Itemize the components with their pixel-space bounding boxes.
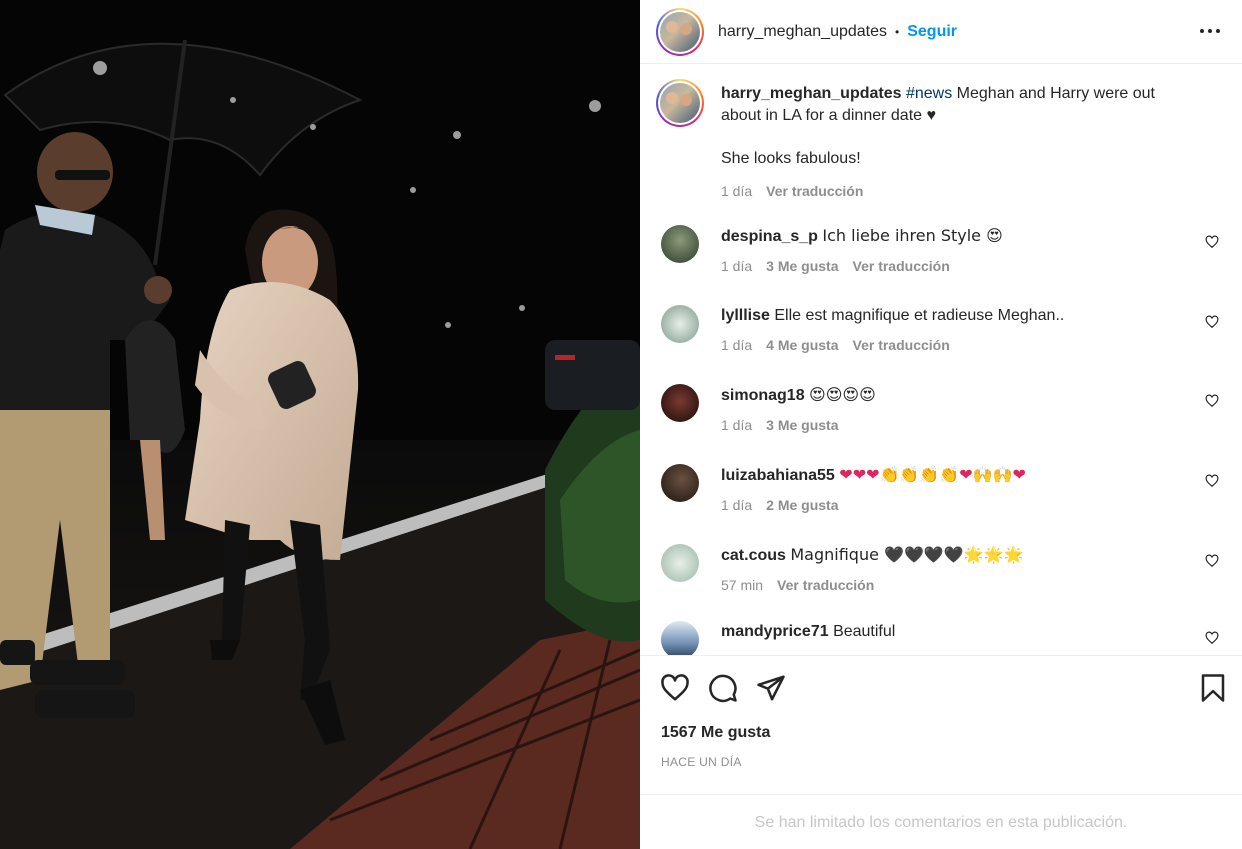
comment-like-heart-icon[interactable]	[1205, 554, 1219, 568]
follow-button[interactable]: Seguir	[907, 23, 957, 41]
commenter-avatar[interactable]	[661, 464, 699, 502]
commenter-username[interactable]: despina_s_p	[721, 228, 818, 245]
likes-count[interactable]: 1567 Me gusta	[661, 724, 770, 742]
separator-dot: •	[895, 24, 900, 39]
caption-hashtag[interactable]: #news	[906, 85, 952, 102]
comment-likes[interactable]: 3 Me gusta	[766, 255, 838, 277]
comment-time[interactable]: 57 min	[721, 574, 763, 596]
comment-time[interactable]: 1 día	[721, 334, 752, 356]
commenter-username[interactable]: lylllise	[721, 307, 770, 324]
comment-item: mandyprice71 Beautiful	[661, 621, 1231, 655]
comment-text: Beautiful	[833, 623, 896, 640]
comment-text: Ich liebe ihren Style 😍	[822, 226, 1003, 245]
comment-likes[interactable]: 2 Me gusta	[766, 494, 838, 516]
comment-icon[interactable]	[708, 673, 738, 703]
caption-author-username[interactable]: harry_meghan_updates	[721, 85, 902, 102]
more-options-icon[interactable]	[1198, 19, 1222, 43]
comment-likes[interactable]: 3 Me gusta	[766, 414, 838, 436]
comment-like-heart-icon[interactable]	[1205, 394, 1219, 408]
comment-translate-button[interactable]: Ver traducción	[777, 574, 874, 596]
comment-item: cat.cous Magnifique 🖤🖤🖤🖤🌟🌟🌟 57 min Ver t…	[661, 544, 1231, 604]
comments-limited-notice: Se han limitado los comentarios en esta …	[754, 813, 1128, 831]
photo-illustration	[0, 0, 640, 849]
post-panel: harry_meghan_updates • Seguir harry_megh…	[640, 0, 1242, 849]
post-header: harry_meghan_updates • Seguir	[640, 0, 1242, 64]
comment-time[interactable]: 1 día	[721, 494, 752, 516]
caption-translate-button[interactable]: Ver traducción	[766, 180, 863, 202]
comment-item: lylllise Elle est magnifique et radieuse…	[661, 305, 1231, 365]
post-actions: 1567 Me gusta HACE UN DÍA	[640, 655, 1242, 795]
caption-author-avatar[interactable]	[656, 79, 704, 127]
comment-likes[interactable]: 4 Me gusta	[766, 334, 838, 356]
comment-translate-button[interactable]: Ver traducción	[853, 255, 950, 277]
author-username[interactable]: harry_meghan_updates	[718, 23, 887, 41]
author-avatar[interactable]	[656, 7, 704, 56]
comment-like-heart-icon[interactable]	[1205, 474, 1219, 488]
comment-text: ❤❤❤👏👏👏👏❤🙌🙌❤	[839, 465, 1026, 484]
comment-text: Magnifique 🖤🖤🖤🖤🌟🌟🌟	[790, 545, 1024, 564]
comment-like-heart-icon[interactable]	[1205, 315, 1219, 329]
comments-section[interactable]: harry_meghan_updates #news Meghan and Ha…	[640, 65, 1242, 655]
comment-item: simonag18 😍😍😍😍 1 día 3 Me gusta	[661, 384, 1231, 444]
commenter-avatar[interactable]	[661, 225, 699, 263]
commenter-username[interactable]: mandyprice71	[721, 623, 829, 640]
comment-item: despina_s_p Ich liebe ihren Style 😍 1 dí…	[661, 225, 1231, 285]
comment-time[interactable]: 1 día	[721, 414, 752, 436]
commenter-username[interactable]: luizabahiana55	[721, 467, 835, 484]
comment-item: luizabahiana55 ❤❤❤👏👏👏👏❤🙌🙌❤ 1 día 2 Me gu…	[661, 464, 1231, 524]
commenter-avatar[interactable]	[661, 384, 699, 422]
post-timestamp[interactable]: HACE UN DÍA	[661, 755, 742, 769]
bookmark-icon[interactable]	[1198, 673, 1228, 703]
commenter-username[interactable]: cat.cous	[721, 547, 786, 564]
commenter-avatar[interactable]	[661, 305, 699, 343]
commenter-username[interactable]: simonag18	[721, 387, 805, 404]
post-photo	[0, 0, 640, 849]
caption-second-line: She looks fabulous!	[721, 150, 861, 167]
heart-icon[interactable]	[660, 673, 690, 703]
comment-time[interactable]: 1 día	[721, 255, 752, 277]
comment-text: 😍😍😍😍	[809, 385, 876, 404]
comment-text: Elle est magnifique et radieuse Meghan..	[774, 307, 1065, 324]
commenter-avatar[interactable]	[661, 544, 699, 582]
share-icon[interactable]	[756, 673, 786, 703]
comment-like-heart-icon[interactable]	[1205, 235, 1219, 249]
comment-translate-button[interactable]: Ver traducción	[853, 334, 950, 356]
commenter-avatar[interactable]	[661, 621, 699, 655]
caption-time[interactable]: 1 día	[721, 180, 752, 202]
comment-like-heart-icon[interactable]	[1205, 631, 1219, 645]
